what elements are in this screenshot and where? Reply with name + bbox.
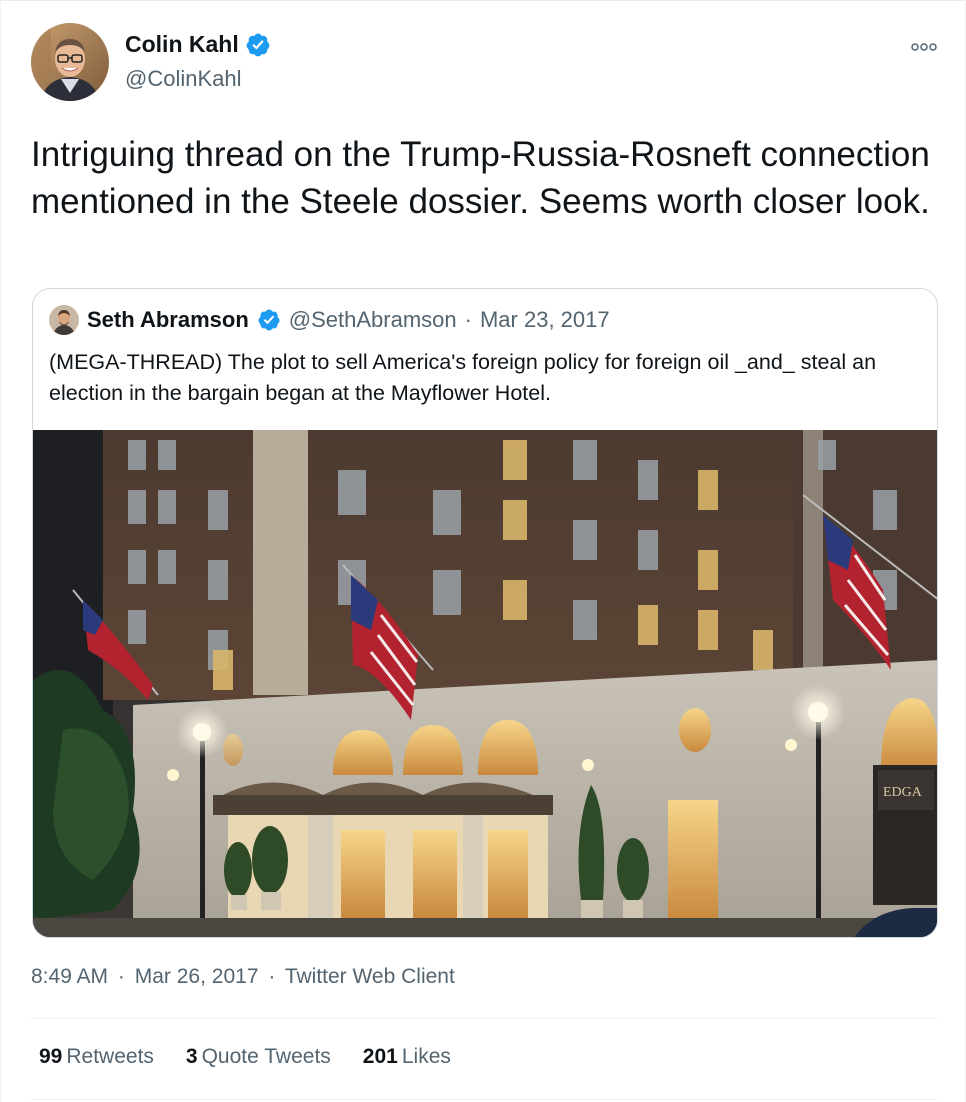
quoted-author-name: Seth Abramson — [87, 307, 249, 332]
quoted-date: Mar 23, 2017 — [479, 307, 610, 332]
quote-tweets-stat[interactable]: 3 Quote Tweets — [186, 1045, 331, 1069]
meta-separator: · — [117, 965, 125, 988]
tweet-text: Intriguing thread on the Trump-Russia-Ro… — [31, 135, 930, 221]
quoted-author-handle: @SethAbramson — [288, 307, 457, 332]
quoted-tweet-header: Seth Abramson @SethAbramson · Mar 23, 20… — [49, 305, 610, 335]
meta-separator: · — [268, 965, 276, 988]
more-icon[interactable] — [911, 35, 937, 58]
verified-badge-icon — [246, 33, 270, 56]
tweet-client[interactable]: Twitter Web Client — [285, 965, 455, 988]
quote-tweets-label: Quote Tweets — [201, 1045, 331, 1068]
divider — [31, 1099, 937, 1100]
tweet-time[interactable]: 8:49 AM — [31, 965, 108, 988]
quoted-tweet-text: (MEGA-THREAD) The plot to sell America's… — [49, 350, 877, 405]
retweets-stat[interactable]: 99 Retweets — [39, 1045, 154, 1069]
tweet-meta: 8:49 AM · Mar 26, 2017 · Twitter Web Cli… — [31, 965, 459, 989]
divider — [31, 1018, 937, 1019]
retweets-label: Retweets — [66, 1045, 154, 1068]
tweet-date[interactable]: Mar 26, 2017 — [135, 965, 259, 988]
quoted-tweet-image[interactable]: EDGA — [33, 430, 937, 937]
quoted-tweet[interactable]: Seth Abramson @SethAbramson · Mar 23, 20… — [32, 288, 938, 938]
quote-tweets-count: 3 — [185, 1045, 198, 1068]
author-avatar[interactable] — [31, 23, 109, 101]
retweets-count: 99 — [39, 1045, 63, 1068]
likes-stat[interactable]: 201 Likes — [363, 1045, 451, 1069]
likes-count: 201 — [362, 1045, 398, 1068]
likes-label: Likes — [401, 1045, 451, 1068]
author-info: Colin Kahl @ColinKahl — [125, 31, 271, 92]
quoted-author-avatar — [49, 305, 79, 335]
tweet-stats: 99 Retweets 3 Quote Tweets 201 Likes — [39, 1045, 451, 1069]
author-handle[interactable]: @ColinKahl — [125, 66, 271, 92]
quoted-separator: · — [464, 307, 472, 332]
image-sign-text: EDGA — [883, 785, 923, 800]
verified-badge-icon — [258, 309, 280, 331]
tweet-card: Colin Kahl @ColinKahl Intriguing thread … — [0, 0, 966, 1102]
author-name[interactable]: Colin Kahl — [125, 31, 239, 58]
